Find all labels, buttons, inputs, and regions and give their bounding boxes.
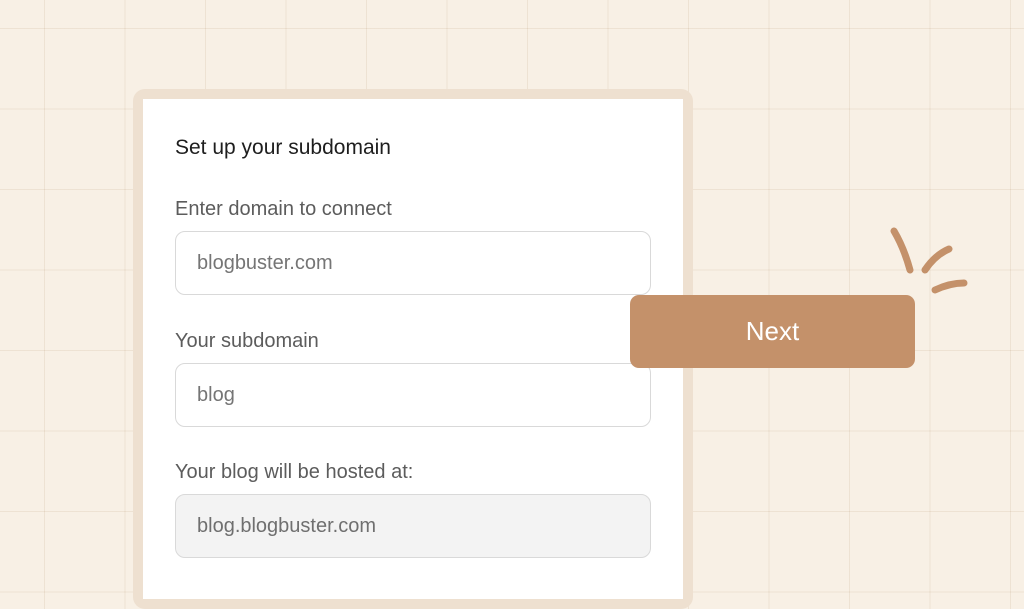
hosted-url-field: blog.blogbuster.com — [175, 494, 651, 558]
subdomain-input[interactable] — [175, 363, 651, 427]
next-button[interactable]: Next — [630, 295, 915, 368]
domain-input[interactable] — [175, 231, 651, 295]
card-title: Set up your subdomain — [175, 136, 391, 159]
sparkle-lines-icon — [890, 227, 968, 294]
subdomain-label: Your subdomain — [175, 330, 319, 352]
hosted-at-label: Your blog will be hosted at: — [175, 461, 414, 483]
domain-label: Enter domain to connect — [175, 198, 392, 220]
